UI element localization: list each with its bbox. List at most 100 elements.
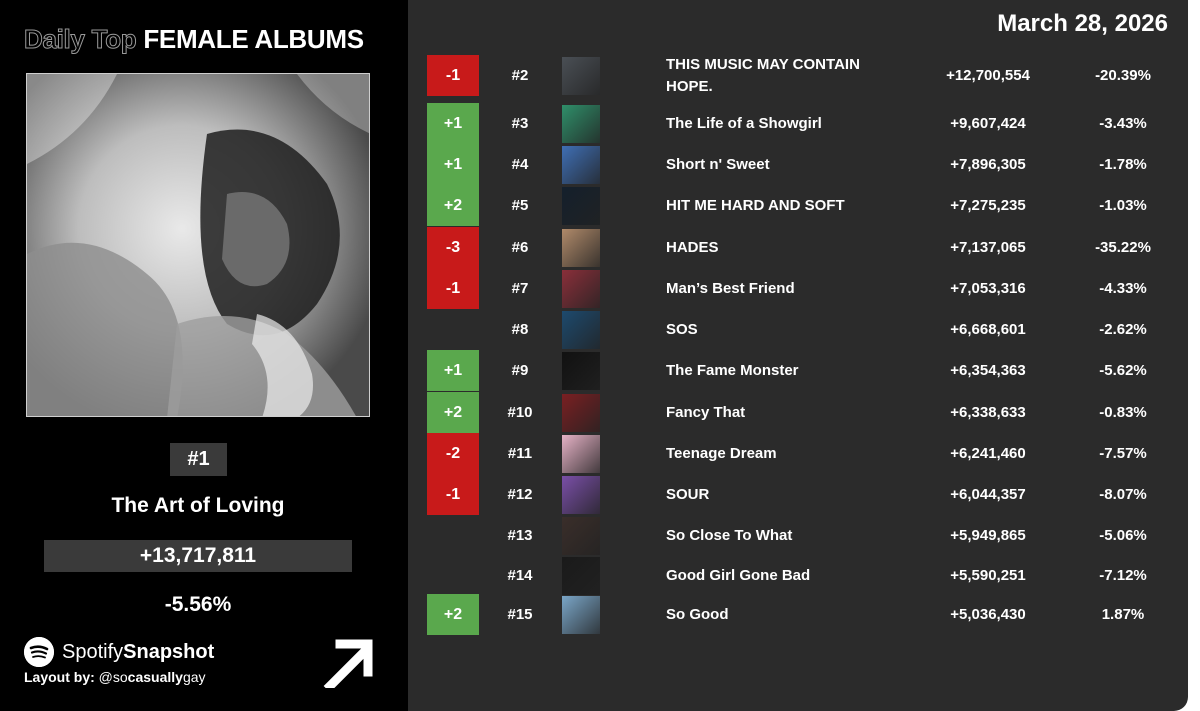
change-percent: -3.43%: [1099, 115, 1147, 132]
featured-album-cover: [26, 73, 370, 417]
album-title: So Close To What: [666, 526, 793, 544]
rank-number: #12: [507, 486, 533, 503]
chart-row: +2 #15 So Good +5,036,430 1.87%: [408, 594, 1188, 635]
album-cover-thumbnail: [562, 229, 600, 267]
rank-number: #9: [511, 362, 529, 379]
album-cover-thumbnail: [562, 596, 600, 634]
stream-count: +7,053,316: [950, 280, 1026, 297]
chart-row: -1 #7 Man’s Best Friend +7,053,316 -4.33%: [408, 268, 1188, 309]
chart-row: +1 #3 The Life of a Showgirl +9,607,424 -3.4…: [408, 103, 1188, 144]
change-percent: -8.07%: [1099, 486, 1147, 503]
rank-change-badge: [427, 555, 479, 596]
album-title: SOUR: [666, 485, 710, 503]
stream-count: +5,036,430: [950, 606, 1026, 623]
change-percent: -0.83%: [1099, 404, 1147, 421]
rank-change-badge: +1: [427, 144, 479, 185]
album-title: SOS: [666, 320, 698, 338]
change-percent: -35.22%: [1095, 239, 1151, 256]
album-title: Good Girl Gone Bad: [666, 566, 811, 584]
album-title: Teenage Dream: [666, 444, 777, 462]
rank-change-badge: +1: [427, 350, 479, 391]
chart-panel: March 28, 2026 -1 #2 THIS MUSIC MAY CONTAI…: [408, 0, 1188, 711]
change-percent: -1.03%: [1099, 197, 1147, 214]
album-cover-thumbnail: [562, 435, 600, 473]
rank-change-badge: [427, 309, 479, 350]
album-cover-thumbnail: [562, 476, 600, 514]
stream-count: +6,354,363: [950, 362, 1026, 379]
album-title: The Fame Monster: [666, 361, 799, 379]
rank-number: #14: [507, 567, 533, 584]
featured-rank-badge: #1: [170, 443, 227, 476]
album-cover-thumbnail: [562, 187, 600, 225]
featured-panel: Daily Top FEMALE ALBUMS #1 The Art of Lo…: [0, 0, 408, 711]
album-cover-thumbnail: [562, 394, 600, 432]
chart-row: #8 SOS +6,668,601 -2.62%: [408, 309, 1188, 350]
layout-credit: Layout by: @socasuallygay: [24, 669, 206, 685]
album-title: Man’s Best Friend: [666, 279, 795, 297]
chart-title-bold: FEMALE ALBUMS: [143, 24, 364, 54]
rank-change-badge: -1: [427, 268, 479, 309]
stream-count: +5,949,865: [950, 527, 1026, 544]
brand-name-bold: Snapshot: [123, 640, 215, 663]
album-title: THIS MUSIC MAY CONTAIN HOPE.: [666, 55, 860, 95]
change-percent: -7.57%: [1099, 445, 1147, 462]
album-cover-thumbnail: [562, 270, 600, 308]
album-title: The Life of a Showgirl: [666, 114, 822, 132]
chart-row: +2 #10 Fancy That +6,338,633 -0.83%: [408, 392, 1188, 433]
rank-number: #4: [511, 156, 529, 173]
album-cover-thumbnail: [562, 146, 600, 184]
featured-streams: +13,717,811: [44, 540, 352, 572]
rank-number: #8: [511, 321, 529, 338]
chart-title-light: Daily Top: [23, 24, 137, 55]
rank-number: #3: [511, 115, 529, 132]
album-cover-thumbnail: [562, 557, 600, 595]
change-percent: -5.06%: [1099, 527, 1147, 544]
chart-row: #13 So Close To What +5,949,865 -5.06%: [408, 515, 1188, 556]
rank-change-badge: -1: [427, 474, 479, 515]
album-cover-thumbnail: [562, 105, 600, 143]
rank-number: #15: [507, 606, 533, 623]
album-title: HADES: [666, 238, 719, 256]
stream-count: +6,668,601: [950, 321, 1026, 338]
chart-row: #14 Good Girl Gone Bad +5,590,251 -7.12%: [408, 555, 1188, 596]
rank-change-badge: +1: [427, 103, 479, 144]
rank-number: #13: [507, 527, 533, 544]
featured-album-title: The Art of Loving: [111, 494, 285, 517]
rank-number: #2: [511, 67, 529, 84]
change-percent: 1.87%: [1101, 606, 1145, 623]
brand-name-light: Spotify: [62, 640, 124, 663]
rank-change-badge: +2: [427, 594, 479, 635]
stream-count: +12,700,554: [946, 67, 1030, 84]
stream-count: +6,241,460: [950, 445, 1026, 462]
rank-change-badge: +2: [427, 185, 479, 226]
brand: SpotifySnapshot: [24, 637, 214, 667]
rank-change-badge: +2: [427, 392, 479, 433]
arrow-up-right-icon: [323, 639, 373, 688]
chart-row: -1 #12 SOUR +6,044,357 -8.07%: [408, 474, 1188, 515]
album-cover-thumbnail: [562, 517, 600, 555]
album-cover-thumbnail: [562, 57, 600, 95]
rank-change-badge: [427, 515, 479, 556]
featured-change-pct: -5.56%: [164, 593, 232, 616]
rank-number: #7: [511, 280, 529, 297]
album-title: Fancy That: [666, 403, 746, 421]
rank-change-badge: -2: [427, 433, 479, 474]
credit-label: Layout by:: [24, 669, 95, 685]
album-title: So Good: [666, 605, 729, 623]
credit-handle: @socasuallygay: [98, 669, 206, 685]
change-percent: -20.39%: [1095, 67, 1151, 84]
stream-count: +7,137,065: [950, 239, 1026, 256]
change-percent: -1.78%: [1099, 156, 1147, 173]
rank-number: #10: [507, 404, 533, 421]
stream-count: +5,590,251: [950, 567, 1026, 584]
stream-count: +6,044,357: [950, 486, 1026, 503]
chart-rows: -1 #2 THIS MUSIC MAY CONTAIN HOPE. +12,700,…: [408, 0, 1188, 711]
rank-change-badge: -1: [427, 55, 479, 96]
chart-row: -3 #6 HADES +7,137,065 -35.22%: [408, 227, 1188, 268]
change-percent: -7.12%: [1099, 567, 1147, 584]
rank-number: #5: [511, 197, 529, 214]
spotify-logo-icon: [24, 637, 54, 667]
album-title: HIT ME HARD AND SOFT: [666, 196, 845, 214]
chart-row: +1 #4 Short n' Sweet +7,896,305 -1.78%: [408, 144, 1188, 185]
album-title: Short n' Sweet: [666, 155, 770, 173]
